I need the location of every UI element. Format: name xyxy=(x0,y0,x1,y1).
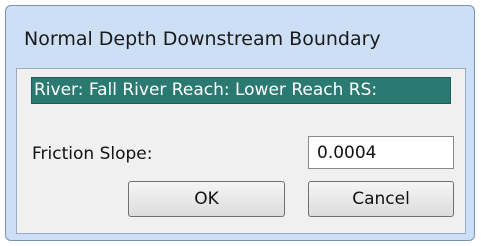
friction-slope-label: Friction Slope: xyxy=(32,144,153,164)
title-bar[interactable]: Normal Depth Downstream Boundary xyxy=(6,6,474,66)
dialog-title: Normal Depth Downstream Boundary xyxy=(24,28,381,50)
location-text: River: Fall River Reach: Lower Reach RS: xyxy=(34,80,378,100)
location-bar: River: Fall River Reach: Lower Reach RS: xyxy=(31,77,451,104)
dialog-client-area: River: Fall River Reach: Lower Reach RS:… xyxy=(16,68,466,234)
friction-slope-input[interactable] xyxy=(308,136,454,169)
ok-button[interactable]: OK xyxy=(128,181,285,217)
dialog-window: Normal Depth Downstream Boundary River: … xyxy=(5,5,475,241)
cancel-button[interactable]: Cancel xyxy=(308,181,454,217)
